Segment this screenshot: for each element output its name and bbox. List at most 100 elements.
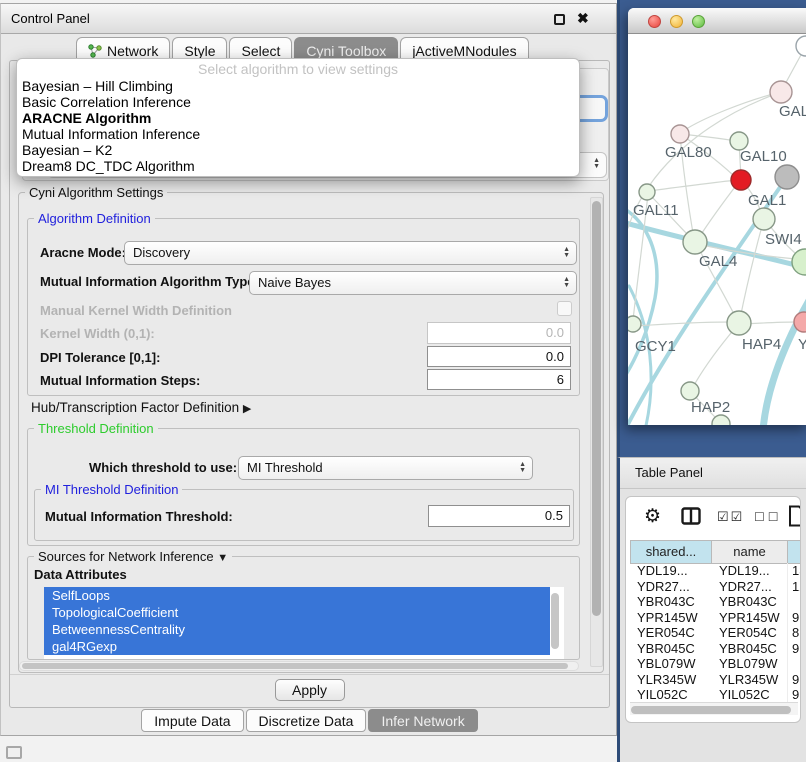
aracne-mode-combobox[interactable]: Discovery ▲▼	[124, 241, 577, 265]
table-row[interactable]: YER054CYER054C8.	[630, 625, 801, 641]
minimize-traffic-light-icon[interactable]	[670, 15, 683, 28]
hub-transcription-section[interactable]: Hub/Transcription Factor Definition ▶	[31, 400, 251, 415]
tab-select[interactable]: Select	[229, 37, 292, 60]
scrollbar-thumb[interactable]	[631, 706, 791, 714]
network-node-label: GAL	[779, 103, 806, 120]
tab-network[interactable]: Network	[76, 37, 170, 60]
settings-horizontal-scrollbar[interactable]	[19, 661, 579, 671]
dpi-tolerance-field[interactable]: 0.0	[427, 346, 571, 367]
zoom-traffic-light-icon[interactable]	[692, 15, 705, 28]
table-row[interactable]: YDL19...YDL19...13	[630, 563, 801, 579]
table-header-row: shared...nameA	[630, 540, 801, 564]
threshold-definition-group: Threshold Definition Which threshold to …	[27, 428, 580, 546]
tab-jactivemnodules[interactable]: jActiveMNodules	[400, 37, 528, 60]
mi-steps-field[interactable]: 6	[427, 369, 571, 390]
table-row[interactable]: YIL052CYIL052C9	[630, 687, 801, 703]
mi-threshold-field[interactable]: 0.5	[428, 505, 570, 527]
table-row[interactable]: YBL079WYBL079W	[630, 656, 801, 672]
scrollbar-thumb[interactable]	[592, 201, 601, 616]
table-row[interactable]: YBR043CYBR043C	[630, 594, 801, 610]
column-header-a[interactable]: A	[788, 541, 801, 563]
table-toolbar: ⚙ ☑☑ ☐☐	[626, 503, 800, 533]
settings-scrollbar[interactable]	[590, 197, 603, 667]
network-node[interactable]	[683, 230, 707, 254]
settings-group-title: Cyni Algorithm Settings	[25, 185, 167, 200]
network-node[interactable]	[775, 165, 799, 189]
deselect-all-icon[interactable]: ☐☐	[754, 510, 782, 524]
cyni-toolbox-tab-page: gal-filtered sif default node ▲▼ Select …	[9, 60, 610, 708]
table-row[interactable]: YPR145WYPR145W9.	[630, 610, 801, 626]
table-row[interactable]: YDR27...YDR27...12	[630, 579, 801, 595]
gear-icon[interactable]: ⚙	[644, 505, 661, 528]
network-canvas[interactable]: GALGAL80GAL10GAL1GAL11GAL4SWI4GCY1HAP4YH…	[628, 34, 806, 425]
network-node[interactable]	[639, 184, 655, 200]
tab-impute-data[interactable]: Impute Data	[141, 709, 243, 732]
attribute-item-selfloops[interactable]: SelfLoops	[44, 587, 550, 604]
tab-label: Select	[241, 43, 280, 59]
table-cell	[788, 594, 801, 610]
network-node[interactable]	[628, 316, 641, 332]
data-attributes-label: Data Attributes	[34, 567, 127, 582]
select-all-icon[interactable]: ☑☑	[717, 509, 744, 525]
cyni-bottom-tabs: Impute DataDiscretize DataInfer Network	[1, 709, 618, 732]
scrollbar-thumb[interactable]	[22, 663, 568, 669]
data-attributes-list[interactable]: SelfLoopsTopologicalCoefficientBetweenne…	[44, 587, 564, 659]
mi-algorithm-type-label: Mutual Information Algorithm Type:	[40, 273, 259, 291]
table-row[interactable]: YBR045CYBR045C9.	[630, 641, 801, 657]
file-icon[interactable]	[788, 505, 801, 532]
table-body: YDL19...YDL19...13YDR27...YDR27...12YBR0…	[630, 563, 801, 703]
table-row[interactable]: YLR345WYLR345W9.	[630, 672, 801, 688]
network-node[interactable]	[796, 36, 806, 56]
tab-style[interactable]: Style	[172, 37, 227, 60]
network-node-label: GAL4	[699, 253, 737, 270]
collapsed-panel-icon[interactable]	[6, 746, 22, 759]
dropdown-item-list: Bayesian – Hill ClimbingBasic Correlatio…	[17, 78, 579, 174]
tab-label: Cyni Toolbox	[306, 43, 386, 59]
apply-button[interactable]: Apply	[275, 679, 345, 701]
table-cell: YIL052C	[712, 687, 788, 703]
stepper-arrows-icon: ▲▼	[563, 273, 570, 293]
network-node-label: GCY1	[635, 338, 676, 355]
algorithm-definition-group: Algorithm Definition Aracne Mode: Discov…	[27, 218, 580, 396]
table-cell: YBR043C	[630, 594, 712, 610]
float-window-icon[interactable]	[554, 14, 565, 25]
collapse-down-icon[interactable]: ▼	[217, 552, 228, 564]
columns-icon[interactable]	[681, 507, 701, 530]
tab-cyni-toolbox[interactable]: Cyni Toolbox	[294, 37, 398, 60]
network-desktop: GALGAL80GAL10GAL1GAL11GAL4SWI4GCY1HAP4YH…	[617, 0, 806, 457]
network-node[interactable]	[731, 170, 751, 190]
network-edge	[763, 290, 806, 425]
network-node[interactable]	[727, 311, 751, 335]
table-cell: YDR27...	[712, 579, 788, 595]
attribute-item-topologicalcoefficient[interactable]: TopologicalCoefficient	[44, 604, 550, 621]
dropdown-item-mutual-information-inference[interactable]: Mutual Information Inference	[17, 126, 579, 142]
manual-kernel-width-checkbox[interactable]	[557, 301, 572, 316]
network-edge	[698, 183, 738, 239]
column-header-shared[interactable]: shared...	[630, 541, 712, 563]
network-window-titlebar[interactable]	[628, 8, 806, 34]
network-window[interactable]: GALGAL80GAL10GAL1GAL11GAL4SWI4GCY1HAP4YH…	[628, 8, 806, 425]
network-node[interactable]	[681, 382, 699, 400]
table-cell: YBL079W	[712, 656, 788, 672]
column-header-name[interactable]: name	[712, 541, 788, 563]
dropdown-item-bayesian-k2[interactable]: Bayesian – K2	[17, 142, 579, 158]
attribute-item-gal4rgexp[interactable]: gal4RGexp	[44, 638, 550, 655]
dropdown-item-bayesian-hill-climbing[interactable]: Bayesian – Hill Climbing	[17, 78, 579, 94]
tab-discretize-data[interactable]: Discretize Data	[246, 709, 367, 732]
close-traffic-light-icon[interactable]	[648, 15, 661, 28]
network-node[interactable]	[671, 125, 689, 143]
dropdown-item-dream8-dc-tdc-algorithm[interactable]: Dream8 DC_TDC Algorithm	[17, 158, 579, 174]
tab-infer-network[interactable]: Infer Network	[368, 709, 477, 732]
sources-group-title: Sources for Network Inference ▼	[34, 549, 232, 564]
table-horizontal-scrollbar[interactable]	[630, 702, 798, 715]
list-scrollbar-thumb[interactable]	[551, 593, 559, 649]
mi-algorithm-type-combobox[interactable]: Naive Bayes ▲▼	[249, 271, 577, 295]
which-threshold-combobox[interactable]: MI Threshold ▲▼	[238, 456, 533, 480]
network-node[interactable]	[753, 208, 775, 230]
dropdown-item-basic-correlation-inference[interactable]: Basic Correlation Inference	[17, 94, 579, 110]
close-icon[interactable]: ✖	[577, 10, 589, 27]
network-node[interactable]	[770, 81, 792, 103]
attribute-item-betweennesscentrality[interactable]: BetweennessCentrality	[44, 621, 550, 638]
dropdown-item-aracne-algorithm[interactable]: ARACNE Algorithm	[17, 110, 579, 126]
expand-right-icon[interactable]: ▶	[243, 403, 251, 415]
